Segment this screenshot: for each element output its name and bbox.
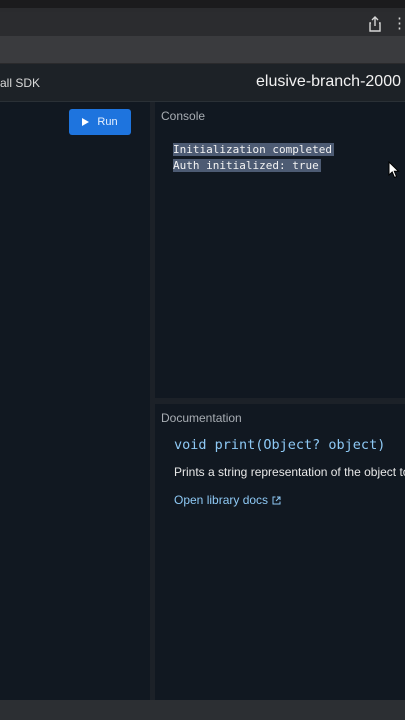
address-bar-strip [0, 36, 405, 64]
console-line: Initialization completed [173, 142, 334, 158]
console-line: Auth initialized: true [173, 158, 334, 174]
doc-description: Prints a string representation of the ob… [174, 465, 405, 479]
documentation-pane: Documentation void print(Object? object)… [155, 404, 405, 700]
console-title: Console [161, 109, 206, 123]
play-icon [82, 118, 90, 126]
doc-link-label: Open library docs [174, 493, 269, 507]
app-header: all SDK elusive-branch-2000 [0, 64, 405, 102]
sdk-label: all SDK [0, 76, 41, 90]
mouse-cursor-icon [388, 161, 400, 179]
project-title: elusive-branch-2000 [256, 73, 401, 90]
console-line-text: Auth initialized: true [173, 159, 321, 172]
run-button-label: Run [97, 116, 118, 128]
browser-toolbar: ⋮ [0, 12, 405, 36]
console-output[interactable]: Initialization completed Auth initialize… [173, 142, 334, 174]
doc-signature: void print(Object? object) [174, 437, 386, 453]
run-button[interactable]: Run [69, 109, 131, 135]
editor-pane[interactable]: Run [0, 102, 150, 700]
browser-menu-icon[interactable]: ⋮ [392, 14, 405, 34]
console-line-text: Initialization completed [173, 143, 334, 156]
bottom-status-bar [0, 700, 405, 720]
open-in-new-icon [272, 496, 281, 504]
open-library-docs-link[interactable]: Open library docs [174, 493, 281, 507]
documentation-title: Documentation [161, 411, 242, 425]
share-icon[interactable] [367, 15, 383, 33]
console-pane: Console Initialization completed Auth in… [155, 102, 405, 398]
